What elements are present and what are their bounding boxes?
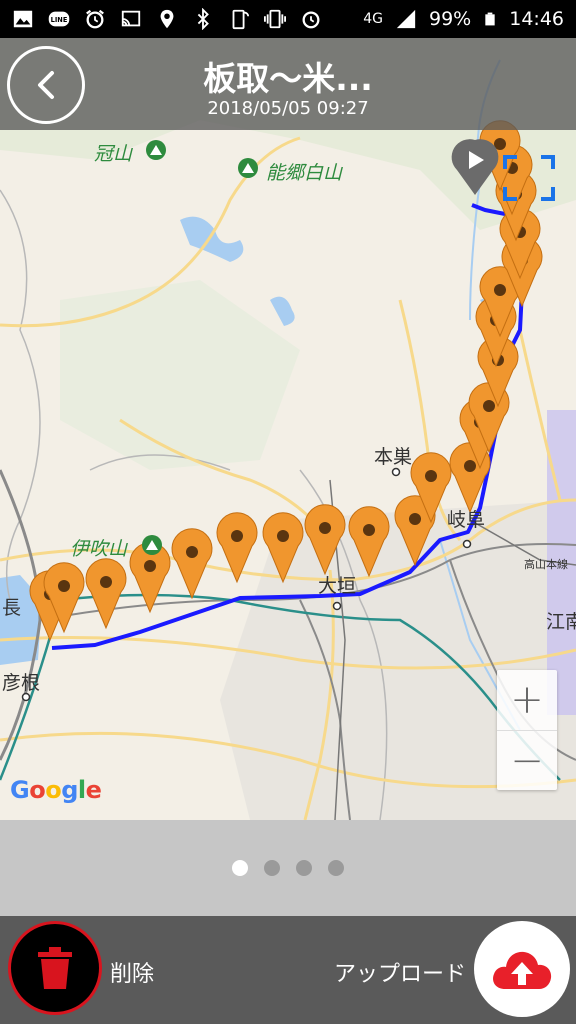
- fullscreen-icon[interactable]: [503, 155, 555, 201]
- clock: 14:46: [509, 8, 564, 30]
- google-logo-letter: g: [61, 776, 78, 804]
- upload-button[interactable]: [474, 921, 570, 1017]
- map-label-takayama-line: 高山本線: [524, 558, 568, 571]
- cast-icon: [121, 10, 141, 27]
- phone-signal-icon: [232, 9, 250, 30]
- map-label-konan: 江南: [546, 611, 576, 633]
- svg-text:LINE: LINE: [51, 16, 68, 24]
- map-label-kanmuriyama: 冠山: [94, 143, 133, 165]
- image-icon: [13, 10, 33, 28]
- trash-icon: [38, 947, 72, 989]
- delete-button[interactable]: [8, 921, 102, 1015]
- alarm-clock-icon: [302, 11, 320, 29]
- back-button[interactable]: [7, 46, 85, 124]
- system-status: 4G 99% 14:46: [363, 8, 564, 30]
- page-title: 板取〜米...: [203, 59, 373, 98]
- google-logo-letter: o: [29, 776, 46, 804]
- google-logo-letter: G: [10, 776, 30, 804]
- google-logo: Google: [10, 776, 102, 804]
- bottom-action-bar: 削除 アップロード: [0, 916, 576, 1024]
- line-app-icon: LINE: [48, 11, 70, 27]
- peak-icon: [238, 158, 258, 178]
- google-logo-letter: e: [85, 776, 102, 804]
- map-canvas[interactable]: [0, 38, 576, 820]
- peak-icon: [146, 140, 166, 160]
- map-view[interactable]: 冠山 能郷白山 本巣 伊吹山 大垣 岐阜 高山本線 江南 彦根 長 + − Go…: [0, 38, 576, 820]
- map-label-gifu: 岐阜: [447, 509, 486, 531]
- battery-icon: [485, 12, 495, 26]
- chevron-left-icon: [38, 71, 54, 99]
- header: 板取〜米... 2018/05/05 09:27: [0, 38, 576, 130]
- peak-icon: [142, 535, 162, 555]
- map-label-nagahama: 長: [2, 597, 22, 619]
- network-type: 4G: [363, 11, 383, 27]
- location-icon: [160, 9, 174, 29]
- page-indicator: [0, 820, 576, 916]
- battery-percent: 99%: [429, 8, 472, 30]
- page-dot[interactable]: [296, 860, 312, 876]
- bluetooth-icon: [197, 8, 209, 30]
- map-label-hikone: 彦根: [2, 672, 41, 694]
- google-logo-letter: l: [77, 776, 86, 804]
- zoom-out-button[interactable]: −: [497, 730, 557, 790]
- delete-label: 削除: [110, 962, 155, 987]
- upload-label: アップロード: [334, 962, 467, 987]
- google-logo-letter: o: [45, 776, 62, 804]
- map-label-ogaki: 大垣: [318, 575, 357, 597]
- cloud-upload-icon: [493, 951, 552, 989]
- signal-icon: [396, 9, 416, 29]
- page-dot[interactable]: [264, 860, 280, 876]
- map-label-nogo-hakusan: 能郷白山: [266, 162, 343, 184]
- page-dot[interactable]: [328, 860, 344, 876]
- zoom-controls: + −: [497, 670, 557, 790]
- notification-icons: LINE: [12, 8, 322, 30]
- status-bar: LINE 4G 99% 14:46: [0, 0, 576, 38]
- vibrate-icon: [264, 9, 286, 29]
- map-label-motosu: 本巣: [374, 446, 413, 468]
- recorded-datetime: 2018/05/05 09:27: [207, 98, 369, 119]
- zoom-in-button[interactable]: +: [497, 670, 557, 730]
- map-label-ibukiyama: 伊吹山: [70, 538, 128, 560]
- alarm-icon: [86, 9, 104, 29]
- page-dot[interactable]: [232, 860, 248, 876]
